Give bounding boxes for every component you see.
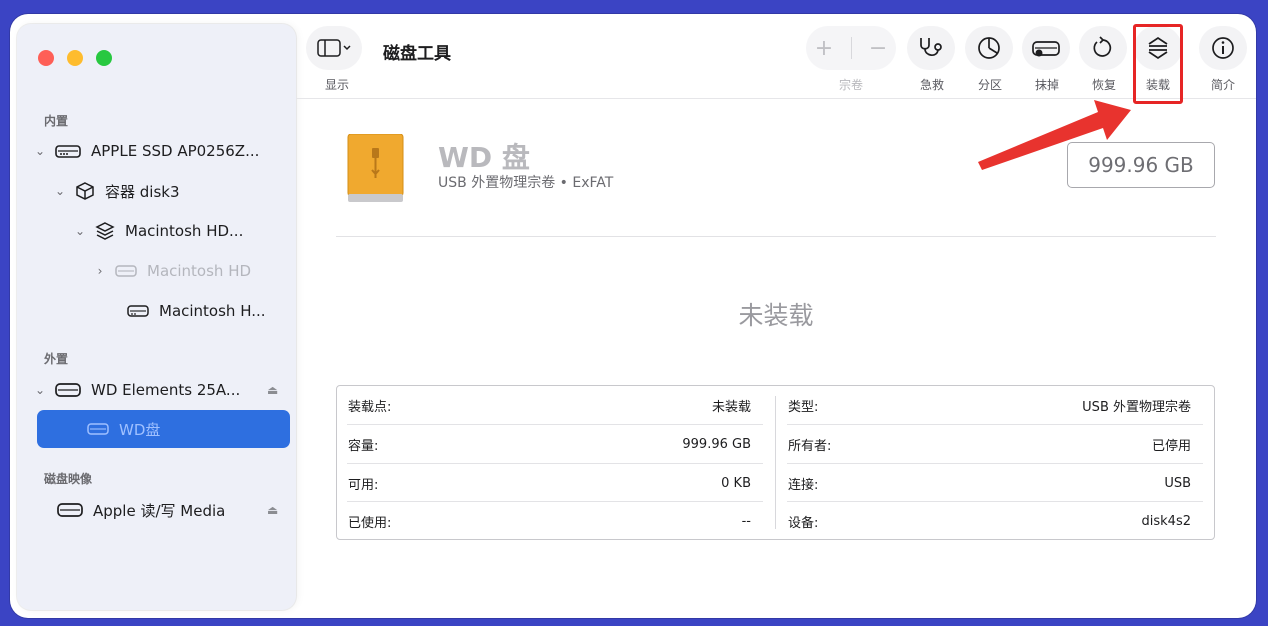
info-row: 类型: USB 外置物理宗卷 bbox=[777, 386, 1203, 424]
info-key: 设备: bbox=[788, 515, 819, 531]
header-divider bbox=[336, 236, 1216, 237]
info-key: 可用: bbox=[348, 477, 379, 493]
info-key: 连接: bbox=[788, 477, 819, 493]
info-value: 未装载 bbox=[711, 399, 751, 415]
info-value: -- bbox=[741, 513, 751, 529]
capacity-badge: 999.96 GB bbox=[1067, 142, 1215, 188]
info-row: 设备: disk4s2 bbox=[777, 502, 1203, 540]
info-row: 所有者: 已停用 bbox=[777, 425, 1203, 463]
info-value: 999.96 GB bbox=[682, 436, 751, 452]
info-row: 装载点: 未装载 bbox=[337, 386, 763, 424]
info-row: 连接: USB bbox=[777, 464, 1203, 502]
disk-utility-window: 内置 ⌄ APPLE SSD AP0256Z... ⌄ 容器 disk3 ⌄ M… bbox=[10, 14, 1256, 618]
info-key: 所有者: bbox=[788, 438, 832, 454]
disk-subtitle: USB 外置物理宗卷 • ExFAT bbox=[438, 175, 614, 191]
info-row: 可用: 0 KB bbox=[337, 464, 763, 502]
info-key: 装载点: bbox=[348, 399, 392, 415]
mount-status: 未装载 bbox=[738, 301, 814, 330]
info-value: disk4s2 bbox=[1141, 513, 1191, 529]
info-row: 容量: 999.96 GB bbox=[337, 425, 763, 463]
info-value: 0 KB bbox=[721, 475, 751, 491]
info-row: 已使用: -- bbox=[337, 502, 763, 540]
info-key: 容量: bbox=[348, 438, 379, 454]
info-value: USB bbox=[1164, 475, 1191, 491]
external-disk-icon bbox=[347, 133, 405, 208]
info-table: 装载点: 未装载 容量: 999.96 GB 可用: 0 KB 已使用: -- 类型: U… bbox=[336, 385, 1215, 540]
column-divider bbox=[775, 396, 776, 529]
info-value: 已停用 bbox=[1151, 438, 1191, 454]
disk-name: WD 盘 bbox=[438, 141, 530, 174]
info-key: 类型: bbox=[788, 399, 819, 415]
info-key: 已使用: bbox=[348, 515, 392, 531]
info-value: USB 外置物理宗卷 bbox=[1082, 399, 1191, 415]
